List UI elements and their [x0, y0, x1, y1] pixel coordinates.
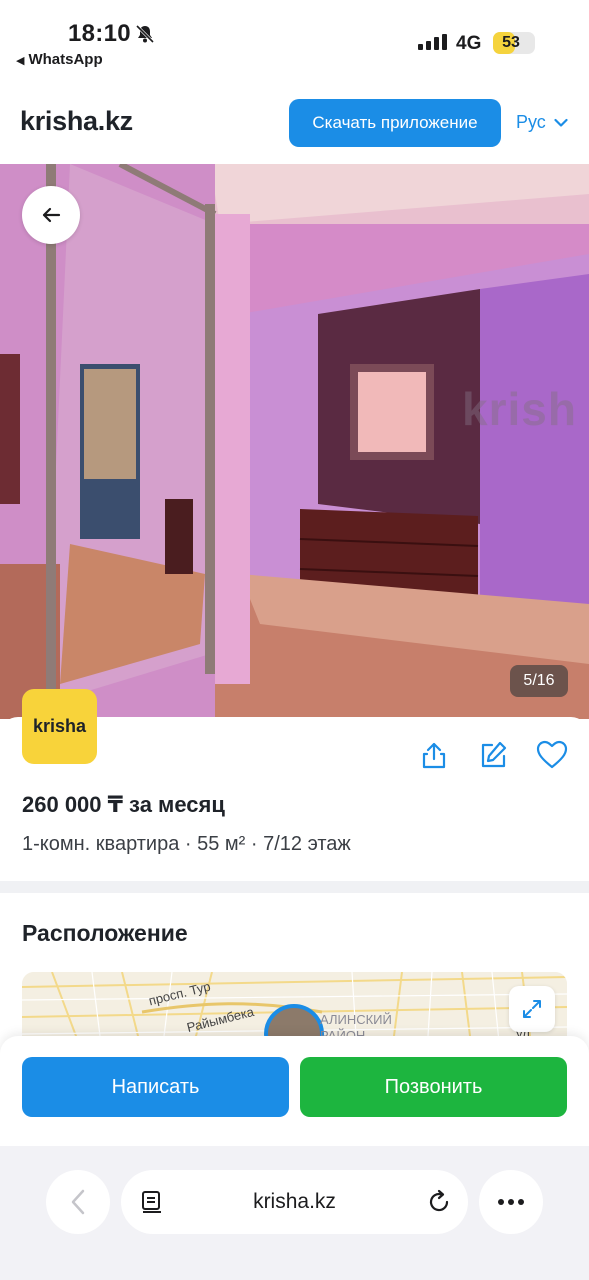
- site-logo[interactable]: krisha.kz: [20, 106, 133, 137]
- map-expand-button[interactable]: [509, 986, 555, 1032]
- status-time: 18:10: [68, 20, 131, 47]
- back-to-app-link[interactable]: ◀ WhatsApp: [16, 51, 103, 68]
- photo-watermark: krish: [462, 383, 577, 435]
- browser-more-button[interactable]: [479, 1170, 543, 1234]
- battery-indicator: 53: [493, 32, 535, 54]
- listing-price: 260 000 ₸ за месяц: [22, 792, 225, 817]
- krisha-badge: krisha: [22, 689, 97, 764]
- language-label: Рус: [516, 112, 546, 132]
- signal-icon: [418, 34, 447, 50]
- location-title: Расположение: [22, 920, 188, 946]
- gallery-back-button[interactable]: [22, 186, 80, 244]
- download-app-button[interactable]: Скачать приложение: [289, 99, 501, 147]
- more-icon: [498, 1199, 524, 1205]
- browser-back-button[interactable]: [46, 1170, 110, 1234]
- edit-icon[interactable]: [478, 740, 508, 770]
- battery-percent: 53: [502, 34, 520, 51]
- chevron-down-icon: [554, 118, 568, 127]
- write-message-button[interactable]: Написать: [22, 1057, 289, 1117]
- address-bar-url: krisha.kz: [253, 1190, 336, 1213]
- network-type: 4G: [456, 33, 482, 54]
- expand-icon: [523, 1000, 541, 1018]
- listing-photo[interactable]: krish: [0, 164, 589, 719]
- bell-slash-icon: [135, 24, 155, 44]
- map-label-district: АЛИНСКИЙ: [320, 1012, 392, 1027]
- back-app-label: WhatsApp: [28, 51, 103, 68]
- section-divider: [0, 881, 589, 893]
- photo-counter: 5/16: [510, 665, 568, 697]
- share-icon[interactable]: [419, 740, 449, 770]
- chevron-left-icon: [71, 1189, 85, 1215]
- heart-icon[interactable]: [536, 740, 568, 770]
- status-bar: 18:10 ◀ WhatsApp 4G 53: [0, 0, 589, 80]
- site-header: krisha.kz Скачать приложение Рус: [0, 80, 589, 164]
- arrow-left-icon: [42, 207, 61, 223]
- reload-icon[interactable]: [426, 1189, 452, 1215]
- apartment-photo-image: [0, 164, 589, 719]
- listing-summary: 1-комн. квартира · 55 м² · 7/12 этаж: [22, 833, 351, 855]
- language-selector[interactable]: Рус: [516, 112, 568, 133]
- call-button[interactable]: Позвонить: [300, 1057, 567, 1117]
